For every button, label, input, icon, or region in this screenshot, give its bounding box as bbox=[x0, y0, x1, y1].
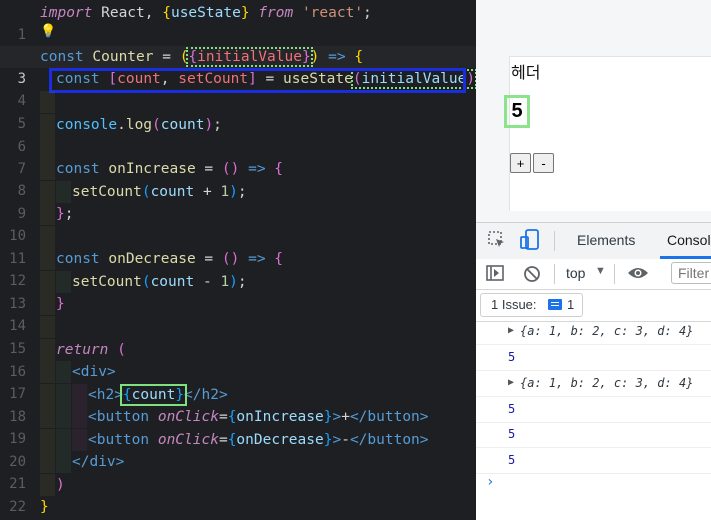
expand-triangle-icon[interactable]: ▶ bbox=[508, 370, 514, 396]
code-line-10: 10 }; bbox=[0, 203, 476, 244]
clear-console-icon[interactable] bbox=[523, 265, 541, 288]
console-object-preview: {a: 1, b: 2, c: 3, d: 4} bbox=[520, 324, 694, 338]
context-selector[interactable]: top bbox=[566, 265, 585, 281]
code-line-7: 7 bbox=[0, 136, 476, 177]
code-line-23: 23 } bbox=[40, 499, 49, 515]
code-line-5: 5 bbox=[0, 91, 476, 132]
lightbulb-icon[interactable]: 💡 bbox=[40, 24, 56, 39]
code-line-17: 17 <div> bbox=[0, 361, 476, 402]
header-text: 헤더 bbox=[511, 65, 541, 82]
page-preview: 헤더 5 + - bbox=[476, 0, 711, 222]
code-line-15: 15 bbox=[0, 316, 476, 357]
console-message[interactable]: ▶ {a: 1, b: 2, c: 3, d: 4} bbox=[476, 318, 711, 345]
code-line-8: 8 const onIncrease = () => { bbox=[0, 158, 476, 199]
console-message: 5 bbox=[476, 447, 711, 474]
code-line-14: 14 } bbox=[0, 293, 476, 334]
code-line-9: 9 setCount(count + 1); bbox=[0, 181, 476, 222]
console-number: 5 bbox=[508, 402, 516, 416]
decrease-button[interactable]: - bbox=[533, 153, 554, 173]
console-message[interactable]: ▶ {a: 1, b: 2, c: 3, d: 4} bbox=[476, 370, 711, 397]
code-line-2: 2 bbox=[0, 24, 476, 65]
code-line-13: 13 setCount(count - 1); bbox=[0, 271, 476, 312]
browser-panel: 헤더 5 + - Elements Console top ▼ Filter bbox=[476, 0, 711, 520]
code-line-22: 22 ) bbox=[0, 474, 476, 515]
console-number: 5 bbox=[508, 453, 516, 467]
count-expression-highlight: {count} bbox=[119, 384, 188, 406]
code-editor[interactable]: 1 import React, {useState} from 'react';… bbox=[0, 0, 476, 520]
rendered-component: 헤더 5 + - bbox=[504, 56, 711, 211]
console-object-preview: {a: 1, b: 2, c: 3, d: 4} bbox=[520, 376, 694, 390]
code-line-18: 18 <h2>{count}</h2> bbox=[0, 384, 476, 425]
console-message: 5 bbox=[476, 344, 711, 371]
code-line-19: 19 <button onClick={onIncrease}>+</butto… bbox=[0, 406, 476, 447]
devtools-tab-bar: Elements Console bbox=[476, 222, 711, 260]
code-line-1: 1 import React, {useState} from 'react'; bbox=[17, 5, 372, 43]
issues-button[interactable]: 1 Issue: 1 bbox=[480, 293, 583, 317]
inspect-element-icon[interactable] bbox=[488, 231, 506, 254]
increase-button[interactable]: + bbox=[510, 153, 531, 173]
code-line-16: 16 return ( bbox=[0, 339, 476, 380]
issue-message-icon bbox=[548, 299, 562, 310]
tab-elements[interactable]: Elements bbox=[577, 232, 635, 248]
chevron-down-icon[interactable]: ▼ bbox=[595, 265, 606, 277]
console-filter-input[interactable]: Filter bbox=[671, 262, 711, 284]
sidebar-toggle-icon[interactable] bbox=[486, 265, 504, 286]
code-line-11: 11 bbox=[0, 226, 476, 267]
eye-icon[interactable] bbox=[627, 265, 649, 286]
console-toolbar: top ▼ Filter bbox=[476, 259, 711, 290]
code-line-20: 20 <button onClick={onDecrease}>-</butto… bbox=[0, 429, 476, 470]
console-number: 5 bbox=[508, 350, 516, 364]
console-number: 5 bbox=[508, 427, 516, 441]
param-highlight: {initialValue} bbox=[186, 47, 313, 67]
console-message: 5 bbox=[476, 396, 711, 423]
code-line-12: 12 const onDecrease = () => { bbox=[0, 248, 476, 289]
usestate-line-highlight bbox=[49, 68, 466, 93]
expand-triangle-icon[interactable]: ▶ bbox=[508, 318, 514, 344]
count-display: 5 bbox=[504, 95, 530, 128]
device-toolbar-icon[interactable] bbox=[520, 229, 540, 256]
code-line-3: 3 const Counter = ({initialValue}) => { bbox=[0, 46, 476, 87]
console-prompt[interactable]: › bbox=[486, 474, 494, 490]
code-line-6: 6 console.log(count); bbox=[0, 114, 476, 155]
code-line-21: 21 </div> bbox=[0, 451, 476, 492]
tab-console[interactable]: Console bbox=[667, 232, 711, 248]
console-message: 5 bbox=[476, 421, 711, 448]
